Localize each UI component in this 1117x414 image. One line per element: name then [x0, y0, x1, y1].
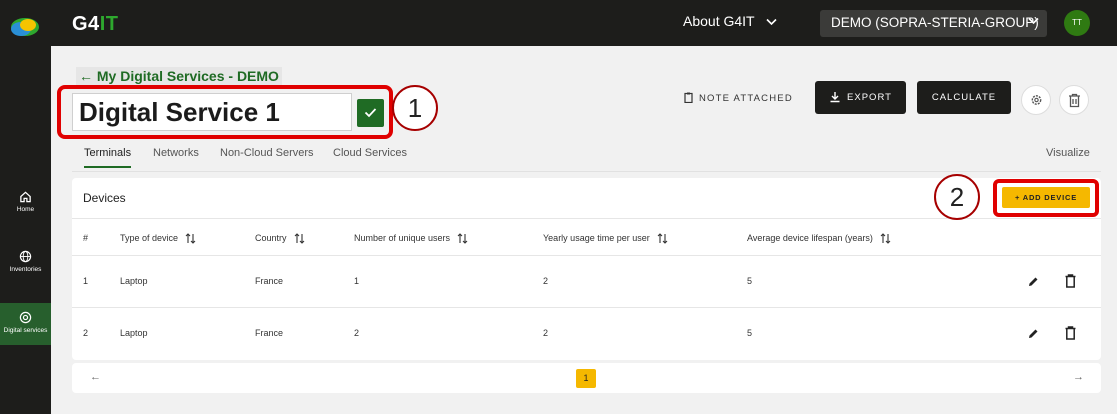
export-label: EXPORT	[847, 92, 892, 103]
tab-networks[interactable]: Networks	[153, 147, 199, 159]
gear-icon	[1031, 95, 1042, 105]
column-header-unique-users[interactable]: Number of unique users	[354, 233, 468, 244]
annotation-highlight-add	[993, 179, 1099, 217]
sort-icon	[880, 233, 891, 244]
column-header-label: Yearly usage time per user	[543, 233, 650, 243]
page-number-button[interactable]: 1	[576, 369, 596, 388]
sidebar-item-label: Home	[16, 206, 35, 213]
cell-lifespan: 5	[747, 276, 753, 286]
sidebar-item-label: Digital services	[3, 327, 48, 334]
cell-index: 1	[83, 276, 89, 286]
sort-icon	[294, 233, 304, 244]
tab-cloud-services[interactable]: Cloud Services	[333, 147, 407, 159]
export-button[interactable]: EXPORT	[815, 81, 906, 114]
download-icon	[830, 92, 840, 103]
organization-select[interactable]: DEMO (SOPRA-STERIA-GROUP)	[820, 10, 1047, 37]
tabs-divider	[72, 171, 1101, 172]
sort-icon	[457, 233, 468, 244]
cell-index: 2	[83, 328, 89, 338]
cell-country: France	[255, 276, 284, 286]
cell-unique-users: 1	[354, 276, 360, 286]
avatar[interactable]: TT	[1064, 10, 1090, 36]
tab-terminals[interactable]: Terminals	[84, 147, 132, 168]
at-icon	[19, 311, 32, 324]
sidebar-item-inventories[interactable]: Inventories	[0, 250, 51, 274]
top-bar: G4IT About G4IT DEMO (SOPRA-STERIA-GROUP…	[51, 0, 1117, 46]
devices-title: Devices	[83, 191, 126, 205]
cell-yearly-usage: 2	[543, 276, 549, 286]
chevron-down-icon	[1028, 17, 1039, 25]
organization-label: DEMO (SOPRA-STERIA-GROUP)	[831, 15, 1039, 30]
column-header-lifespan[interactable]: Average device lifespan (years)	[747, 233, 891, 244]
sidebar-item-digital-services[interactable]: Digital services	[0, 303, 51, 345]
trash-icon[interactable]	[1065, 326, 1076, 340]
clipboard-icon	[684, 92, 693, 104]
trash-icon[interactable]	[1065, 274, 1076, 288]
globe-icon	[19, 250, 32, 263]
calculate-button[interactable]: CALCULATE	[917, 81, 1011, 114]
row-divider	[72, 255, 1101, 256]
sidebar-item-home[interactable]: Home	[0, 190, 51, 214]
annotation-highlight-name	[57, 85, 393, 139]
cell-country: France	[255, 328, 284, 338]
sort-icon	[185, 233, 196, 244]
annotation-marker-1: 1	[392, 85, 438, 131]
trash-icon	[1069, 93, 1080, 108]
about-label: About G4IT	[683, 13, 755, 29]
home-icon	[20, 191, 31, 203]
settings-button[interactable]	[1021, 85, 1051, 115]
side-navigation: Home Inventories Digital services	[0, 0, 51, 414]
next-page-button[interactable]: →	[1073, 371, 1084, 383]
cell-unique-users: 2	[354, 328, 360, 338]
note-label: NOTE ATTACHED	[699, 93, 793, 104]
back-link[interactable]: ← My Digital Services - DEMO	[76, 67, 282, 85]
column-header-label: Type of device	[120, 233, 179, 243]
about-menu[interactable]: About G4IT	[683, 13, 777, 29]
column-header-label: Average device lifespan (years)	[747, 233, 873, 243]
column-header-yearly-usage[interactable]: Yearly usage time per user	[543, 233, 668, 244]
cell-type: Laptop	[120, 328, 148, 338]
sidebar-item-label: Inventories	[9, 266, 42, 273]
column-header-country[interactable]: Country	[255, 233, 305, 244]
column-header-label: Number of unique users	[354, 233, 451, 243]
chevron-down-icon	[766, 18, 777, 26]
delete-service-button[interactable]	[1059, 85, 1089, 115]
brand-logo[interactable]: G4IT	[72, 13, 118, 36]
edit-icon[interactable]	[1027, 328, 1039, 340]
edit-icon[interactable]	[1027, 276, 1039, 288]
cell-yearly-usage: 2	[543, 328, 549, 338]
column-header-label: Country	[255, 233, 287, 243]
cell-lifespan: 5	[747, 328, 753, 338]
brand-accent: IT	[99, 13, 119, 35]
note-attached-button[interactable]: NOTE ATTACHED	[684, 92, 793, 104]
column-header-index: #	[83, 233, 89, 243]
tab-non-cloud-servers[interactable]: Non-Cloud Servers	[220, 147, 314, 159]
cell-type: Laptop	[120, 276, 148, 286]
annotation-marker-2: 2	[934, 174, 980, 220]
brand-main: G4	[72, 13, 100, 35]
sort-icon	[657, 233, 668, 244]
tab-visualize[interactable]: Visualize	[1046, 147, 1090, 159]
column-header-type[interactable]: Type of device	[120, 233, 196, 244]
g4it-logo-icon	[11, 18, 39, 36]
previous-page-button[interactable]: ←	[90, 371, 101, 383]
row-divider	[72, 307, 1101, 308]
